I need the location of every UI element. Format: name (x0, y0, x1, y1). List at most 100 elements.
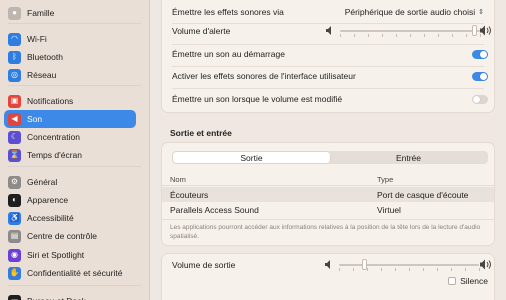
sidebar-item-label: Apparence (27, 195, 69, 205)
slider-tick (410, 34, 411, 37)
sidebar-divider (8, 85, 141, 86)
alert-volume-label: Volume d'alerte (172, 26, 231, 36)
sidebar-item-notifications[interactable]: ▣ Notifications (4, 92, 136, 110)
startup-sound-label: Émettre un son au démarrage (172, 49, 285, 59)
sidebar-item-label: Wi-Fi (27, 34, 47, 44)
sidebar-item-label: Famille (27, 8, 55, 18)
slider-tick (381, 268, 382, 271)
sidebar: ● Famille ◠ Wi-Fi ᛒ Bluetooth ◎ Réseau ▣ Notifica… (0, 0, 150, 300)
sidebar-item-network[interactable]: ◎ Réseau (4, 66, 136, 84)
privacy-icon: ✋ (8, 266, 21, 280)
output-volume-track[interactable] (339, 264, 479, 266)
sidebar-item-control-center[interactable]: ▤ Centre de contrôle (4, 227, 136, 245)
slider-tick (395, 268, 396, 271)
sidebar-item-screen-time[interactable]: ⌛ Temps d'écran (4, 146, 136, 164)
slider-tick (465, 268, 466, 271)
slider-tick (466, 34, 467, 37)
main-pane: Émettre les effets sonores via Périphéri… (151, 0, 506, 300)
sound-effects-card: Émettre les effets sonores via Périphéri… (161, 0, 495, 113)
slider-tick (353, 268, 354, 271)
sidebar-item-desktop-dock[interactable]: ▭ Bureau et Dock (4, 292, 136, 300)
slider-tick (423, 268, 424, 271)
slider-tick (438, 34, 439, 37)
table-row[interactable]: Écouteurs Port de casque d'écoute (162, 187, 494, 202)
startup-sound-row: Émettre un son au démarrage (172, 44, 484, 64)
ui-effects-label: Activer les effets sonores de l'interfac… (172, 71, 356, 81)
sound-icon: ◀ (8, 112, 21, 126)
slider-tick (437, 268, 438, 271)
mute-label: Silence (460, 276, 488, 286)
sidebar-item-label: Bureau et Dock (27, 296, 86, 300)
play-via-value: Périphérique de sortie audio choisi (344, 7, 476, 17)
divider (162, 185, 494, 186)
sidebar-item-label: Réseau (27, 70, 57, 80)
sidebar-item-label: Accessibilité (27, 213, 74, 223)
sidebar-item-accessibility[interactable]: ♿ Accessibilité (4, 209, 136, 227)
slider-tick (339, 268, 340, 271)
sidebar-item-label: Bluetooth (27, 52, 63, 62)
sidebar-item-wifi[interactable]: ◠ Wi-Fi (4, 30, 136, 48)
sidebar-item-family[interactable]: ● Famille (4, 4, 136, 22)
sidebar-item-label: Siri et Spotlight (27, 250, 85, 260)
slider-tick (367, 268, 368, 271)
output-input-card: Sortie Entrée Nom Type Écouteurs Port de… (161, 142, 495, 246)
sidebar-item-label: Son (27, 114, 43, 124)
mute-checkbox[interactable] (448, 277, 457, 285)
sidebar-divider (8, 23, 141, 24)
output-input-segmented: Sortie Entrée (172, 151, 488, 164)
sidebar-item-focus[interactable]: ☾ Concentration (4, 128, 136, 146)
sidebar-item-label: Notifications (27, 96, 74, 106)
appearance-icon: ◐ (8, 193, 21, 207)
sidebar-item-label: Temps d'écran (27, 150, 83, 160)
table-row[interactable]: Parallels Access Sound Virtuel (162, 202, 494, 217)
alert-volume-track[interactable] (340, 30, 480, 32)
slider-tick (382, 34, 383, 37)
mute-checkbox-row[interactable]: Silence (448, 276, 488, 286)
volume-feedback-toggle[interactable] (472, 95, 488, 104)
slider-tick (368, 34, 369, 37)
sidebar-item-general[interactable]: ⚙ Général (4, 173, 136, 191)
focus-icon: ☾ (8, 130, 21, 144)
startup-sound-toggle[interactable] (472, 50, 488, 59)
column-header-name: Nom (170, 175, 186, 184)
sidebar-item-privacy[interactable]: ✋ Confidentialité et sécurité (4, 264, 136, 282)
ui-effects-toggle[interactable] (472, 72, 488, 81)
family-icon: ● (8, 6, 21, 20)
divider (162, 219, 494, 220)
control-center-icon: ▤ (8, 229, 21, 243)
device-type: Port de casque d'écoute (377, 189, 469, 200)
wifi-icon: ◠ (8, 32, 21, 46)
slider-tick (451, 268, 452, 271)
siri-icon: ◉ (8, 248, 21, 262)
sidebar-item-label: Général (27, 177, 58, 187)
slider-tick (452, 34, 453, 37)
slider-tick (479, 268, 480, 271)
volume-feedback-row: Émettre un son lorsque le volume est mod… (172, 89, 484, 109)
desktop-dock-icon: ▭ (8, 294, 21, 300)
alert-volume-thumb[interactable] (471, 25, 477, 36)
section-title-output-input: Sortie et entrée (170, 128, 232, 138)
toggle-knob (480, 73, 487, 80)
output-volume-thumb[interactable] (361, 259, 367, 270)
bluetooth-icon: ᛒ (8, 50, 21, 64)
tab-input[interactable]: Entrée (330, 152, 487, 163)
toggle-knob (473, 96, 480, 103)
speaker-low-icon (325, 260, 330, 269)
network-icon: ◎ (8, 68, 21, 82)
play-via-popup[interactable]: Périphérique de sortie audio choisi ⇕ (345, 7, 484, 17)
sidebar-divider (8, 285, 141, 286)
device-name: Parallels Access Sound (170, 204, 259, 215)
tab-output[interactable]: Sortie (173, 152, 330, 163)
sidebar-divider (8, 166, 141, 167)
chevron-updown-icon: ⇕ (478, 9, 484, 16)
slider-tick (340, 34, 341, 37)
sidebar-item-sound[interactable]: ◀ Son (4, 110, 136, 128)
sidebar-item-appearance[interactable]: ◐ Apparence (4, 191, 136, 209)
play-via-row: Émettre les effets sonores via Périphéri… (172, 2, 484, 22)
sidebar-item-siri[interactable]: ◉ Siri et Spotlight (4, 246, 136, 264)
sidebar-item-label: Concentration (27, 132, 80, 142)
column-header-type: Type (377, 175, 394, 184)
speaker-high-icon (480, 25, 491, 36)
sidebar-item-bluetooth[interactable]: ᛒ Bluetooth (4, 48, 136, 66)
sidebar-item-label: Confidentialité et sécurité (27, 268, 123, 278)
